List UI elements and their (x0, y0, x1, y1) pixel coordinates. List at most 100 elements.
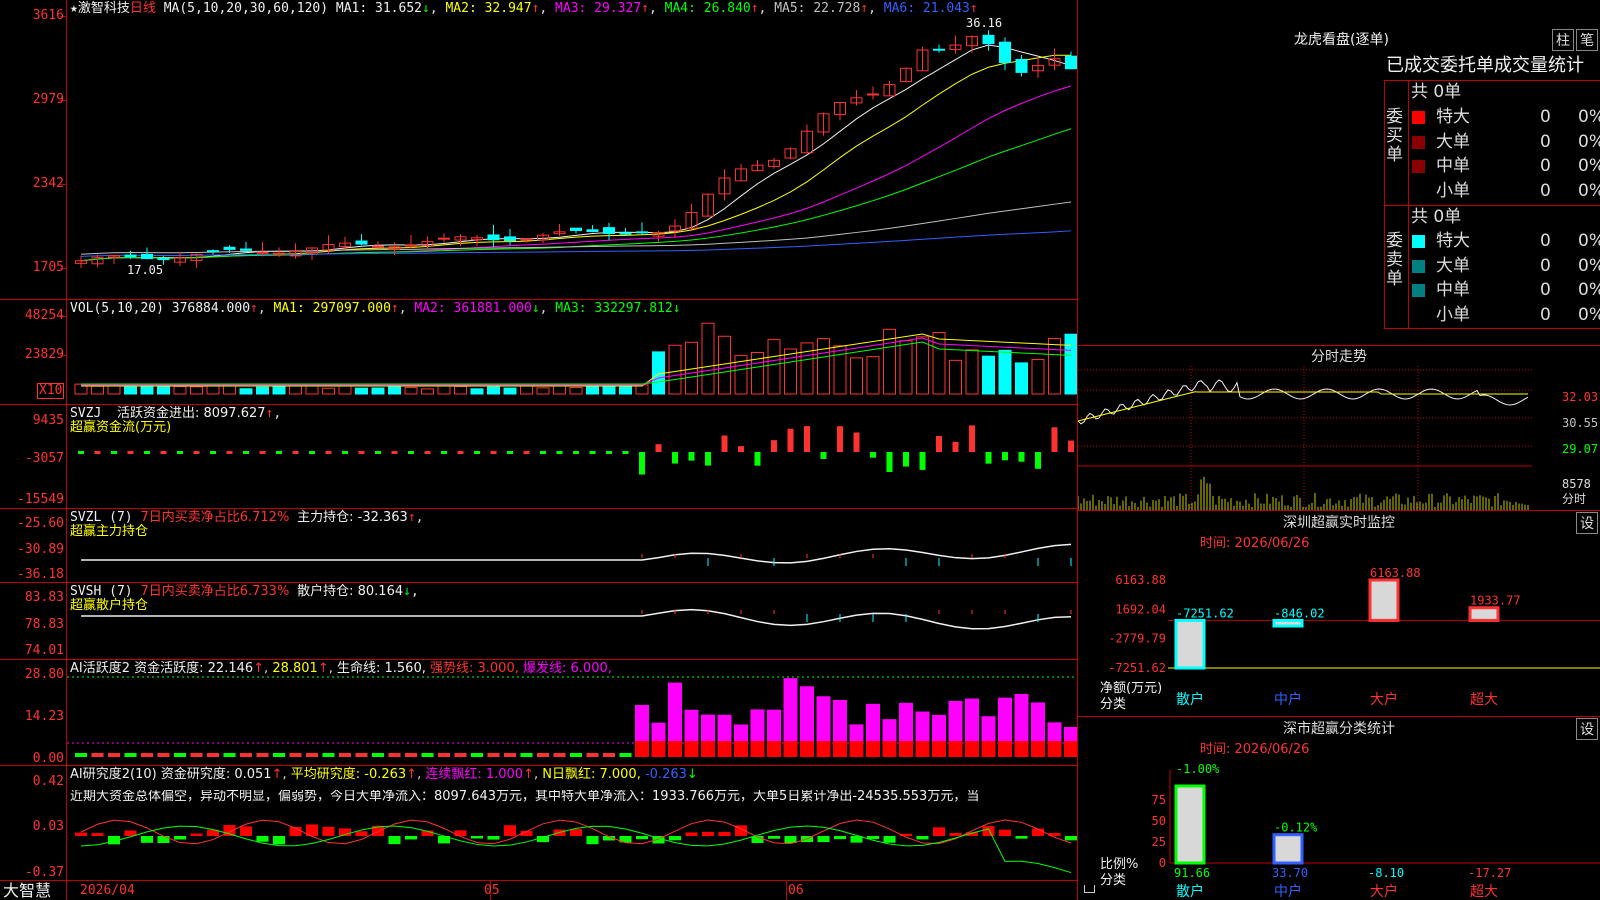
category-label: 散户 (1176, 883, 1204, 900)
activity-bar (157, 753, 170, 757)
activity-bar (668, 682, 682, 741)
research-bar (141, 836, 153, 843)
sz-class-chart[interactable]: 75 50 25 0 91.66 散户 33.70 中户 -8.10 大户 -17.27 超大 -1.0… (1078, 760, 1600, 900)
activity-base (849, 741, 864, 757)
intraday-chart[interactable] (1078, 366, 1600, 510)
volume-bar (817, 338, 830, 395)
y-tick: -15549 (17, 492, 64, 507)
research-bar (669, 836, 681, 841)
ma-value-1: MA1: 31.652 (335, 1, 422, 16)
stock-name[interactable]: 激智科技 (78, 1, 130, 16)
ma-line (80, 128, 1072, 262)
flow-bar (441, 451, 447, 454)
tick-mode-button[interactable]: 笔 (1576, 29, 1598, 51)
activity-bar (438, 753, 450, 757)
activity-bar (734, 724, 748, 741)
category-label: 超大 (1470, 692, 1498, 708)
candle (240, 248, 252, 251)
volume-bar (1015, 362, 1028, 395)
volume-ma-line (81, 337, 1072, 386)
activity-bar (421, 753, 434, 757)
activity-bar (1064, 726, 1077, 741)
color-swatch (1412, 235, 1425, 248)
research-bar (190, 833, 203, 836)
flow-bar (655, 444, 662, 452)
activity-base (635, 741, 649, 757)
buy-side-label: 委买单 (1386, 107, 1403, 165)
activity-bar (124, 753, 137, 757)
candle (141, 253, 153, 260)
top-label: -1.00% (1176, 762, 1220, 776)
research-bar (273, 836, 285, 845)
bar-label: -7251.62 (1176, 606, 1234, 620)
main-indicator-header: ★激智科技日线 MA(5,10,20,30,60,120) MA1: 31.65… (70, 1, 978, 16)
brand-label[interactable]: 大智慧 (3, 882, 51, 900)
candle (223, 246, 236, 250)
lhb-buy-value: 0 (1540, 180, 1551, 201)
flow-bar (408, 451, 414, 454)
volume-bar (371, 387, 385, 395)
lhb-buy-name: 中单 (1436, 156, 1470, 176)
sell-side-label: 委卖单 (1386, 231, 1403, 289)
flow-bar (1002, 452, 1008, 461)
activity-bar (388, 753, 401, 757)
volume-bar (305, 385, 319, 395)
sz-monitor-time: 时间: 2026/06/26 (1200, 536, 1310, 551)
research-bar (1065, 836, 1077, 841)
candle (867, 93, 879, 96)
vol-unit-badge: X10 (37, 383, 65, 399)
lhb-buy-pct: 0% (1578, 180, 1600, 201)
sz-class-settings-button[interactable]: 设 (1576, 718, 1598, 740)
star-icon[interactable]: ★ (70, 1, 78, 16)
research-bar (685, 832, 698, 836)
bar-mode-button[interactable]: 柱 (1552, 29, 1574, 51)
category-label: 中户 (1274, 883, 1302, 900)
activity-bar (998, 697, 1012, 741)
period-label[interactable]: 日线 (130, 1, 156, 16)
flow-bar (276, 451, 282, 454)
activity-bar (537, 753, 549, 757)
lhb-buy-name: 小单 (1436, 180, 1470, 201)
flow-bar (210, 451, 216, 454)
y-tick: 1705 (32, 260, 64, 275)
candlestick-chart[interactable] (67, 0, 1077, 900)
activity-base (668, 741, 682, 757)
activity-bar (454, 753, 467, 757)
flow-bar (424, 451, 431, 454)
volume-bar (767, 339, 781, 395)
activity-bar (965, 698, 979, 741)
flow-bar (144, 451, 150, 454)
flow-bar (1035, 452, 1041, 469)
intraday-y: 29.07 (1562, 442, 1599, 456)
sz-class-yunit: 比例% (1100, 857, 1139, 872)
flow-bar (325, 451, 332, 454)
volume-bar (140, 384, 154, 395)
color-swatch (1412, 135, 1425, 149)
bar-label: 1933.77 (1470, 594, 1521, 608)
candle (570, 227, 582, 231)
volume-bar (932, 331, 946, 395)
volume-bar (619, 386, 632, 395)
research-bar (982, 826, 995, 836)
trend-arrow: ↑ (641, 1, 649, 16)
volume-bar (949, 359, 962, 395)
sz-monitor-settings-button[interactable]: 设 (1576, 512, 1598, 534)
activity-base (701, 741, 715, 757)
y-tick: 75 (1152, 793, 1166, 807)
monitor-bar (1368, 578, 1400, 622)
activity-bar (520, 753, 533, 757)
research-bar (174, 836, 186, 840)
flow-bar (342, 451, 348, 454)
vol-header: VOL(5,10,20) 376884.000↑, MA1: 297097.00… (70, 301, 681, 316)
activity-bar (586, 753, 599, 757)
candle (636, 231, 648, 234)
flow-bar (259, 451, 266, 454)
lhb-buy-value: 0 (1540, 156, 1551, 176)
activity-base (734, 741, 748, 757)
activity-bar (256, 753, 269, 757)
lhb-sell-value: 0 (1540, 280, 1551, 300)
activity-base (750, 741, 765, 757)
activity-bar (1014, 693, 1029, 741)
intraday-y: 32.03 (1562, 390, 1599, 404)
research-bar (702, 831, 714, 836)
